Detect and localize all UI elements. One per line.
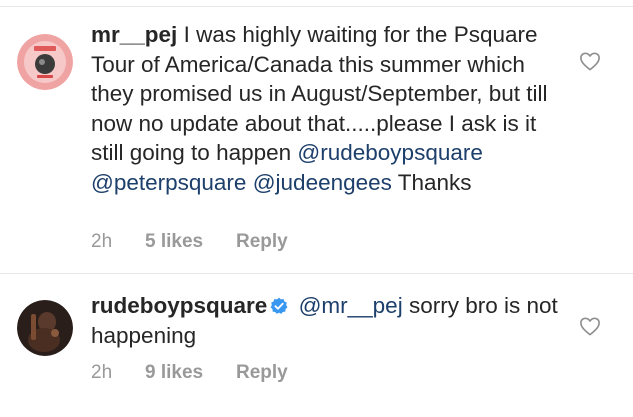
avatar[interactable] [17, 300, 73, 356]
top-divider [0, 6, 633, 7]
comment-divider [0, 273, 633, 274]
avatar-icon [17, 34, 73, 90]
reply-button[interactable]: Reply [236, 362, 288, 384]
comment-body: mr__pej I was highly waiting for the Psq… [91, 20, 561, 197]
likes-count-button[interactable]: 5 likes [145, 231, 236, 253]
comment-body: rudeboypsquare @mr__pej sorry bro is not… [91, 291, 561, 350]
avatar-icon [17, 300, 73, 356]
mention-link[interactable]: @judeengees [253, 170, 392, 195]
mention-link[interactable]: @mr__pej [299, 293, 403, 318]
comment-timestamp: 2h [91, 231, 113, 252]
mention-link[interactable]: @peterpsquare [91, 170, 246, 195]
comment-meta: 2h 9 likes Reply [91, 362, 288, 384]
heart-outline-icon[interactable] [579, 316, 601, 336]
heart-outline-icon[interactable] [579, 51, 601, 71]
comment-meta: 2h 5 likes Reply [91, 231, 288, 253]
comment-text: Thanks [391, 169, 472, 195]
mention-link[interactable]: @rudeboypsquare [297, 140, 482, 165]
likes-count-button[interactable]: 9 likes [145, 362, 236, 384]
comment-timestamp: 2h [91, 362, 113, 383]
comment-username[interactable]: mr__pej [91, 22, 177, 47]
reply-button[interactable]: Reply [236, 231, 288, 253]
comment-username[interactable]: rudeboypsquare [91, 293, 267, 318]
avatar[interactable] [17, 34, 73, 90]
verified-badge-icon [270, 297, 288, 314]
